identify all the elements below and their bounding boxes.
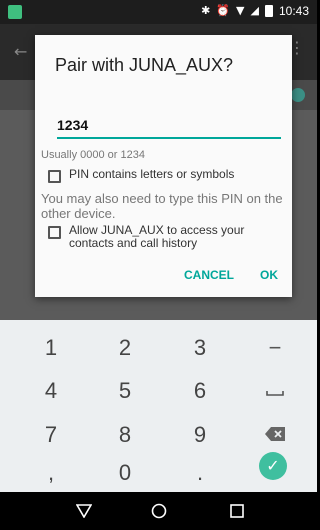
dialog-title: Pair with JUNA_AUX? [55,55,234,75]
bluetooth-icon: ✱ [201,4,211,17]
numeric-keyboard: 1 2 3 − 4 5 6 7 8 9 , 0 . ✓ [0,320,317,492]
home-icon [151,503,167,519]
done-key[interactable]: ✓ [259,452,287,480]
pin-letters-label: PIN contains letters or symbols [69,167,235,181]
recents-icon [230,504,244,518]
key-3[interactable]: 3 [170,330,230,366]
battery-icon [264,5,273,17]
key-1[interactable]: 1 [21,330,81,366]
home-button[interactable] [147,500,171,522]
back-button[interactable] [72,500,96,522]
background-toggle-icon [291,88,305,102]
status-icons: ✱ ⏰ ▼ ◢ 10:43 [201,4,309,18]
key-7[interactable]: 7 [21,417,81,453]
key-0[interactable]: 0 [95,455,155,491]
status-time: 10:43 [278,4,309,18]
key-2[interactable]: 2 [95,330,155,366]
pair-dialog: Pair with JUNA_AUX? Usually 0000 or 1234… [35,35,292,297]
status-bar: ✱ ⏰ ▼ ◢ 10:43 [0,0,317,24]
navigation-bar [0,492,317,530]
key-6[interactable]: 6 [170,373,230,409]
notification-app-icon [8,5,22,19]
cancel-button[interactable]: CANCEL [184,268,234,282]
key-minus[interactable]: − [245,330,305,366]
signal-icon: ◢ [250,4,259,17]
dialog-actions: CANCEL OK [184,268,278,282]
key-5[interactable]: 5 [95,373,155,409]
space-icon [266,391,284,396]
key-period[interactable]: . [170,455,230,491]
ok-button[interactable]: OK [260,268,278,282]
backspace-icon [265,427,285,441]
pin-input[interactable] [57,113,281,139]
key-8[interactable]: 8 [95,417,155,453]
key-9[interactable]: 9 [170,417,230,453]
backspace-key[interactable] [245,417,305,453]
contacts-access-checkbox-row[interactable]: Allow JUNA_AUX to access your contacts a… [48,224,288,250]
recents-button[interactable] [225,500,249,522]
also-type-pin-text: You may also need to type this PIN on th… [41,191,283,221]
pin-hint: Usually 0000 or 1234 [41,149,145,161]
key-comma[interactable]: , [21,455,81,491]
back-icon [76,504,92,518]
key-4[interactable]: 4 [21,373,81,409]
background-back-icon: ← [14,42,28,61]
contacts-access-label: Allow JUNA_AUX to access your contacts a… [69,223,245,250]
space-key[interactable] [245,373,305,409]
contacts-access-checkbox[interactable] [48,226,61,239]
alarm-icon: ⏰ [216,4,231,17]
wifi-icon: ▼ [236,4,245,17]
pin-letters-checkbox-row[interactable]: PIN contains letters or symbols [48,168,234,183]
checkmark-icon: ✓ [266,456,280,475]
pin-letters-checkbox[interactable] [48,170,61,183]
